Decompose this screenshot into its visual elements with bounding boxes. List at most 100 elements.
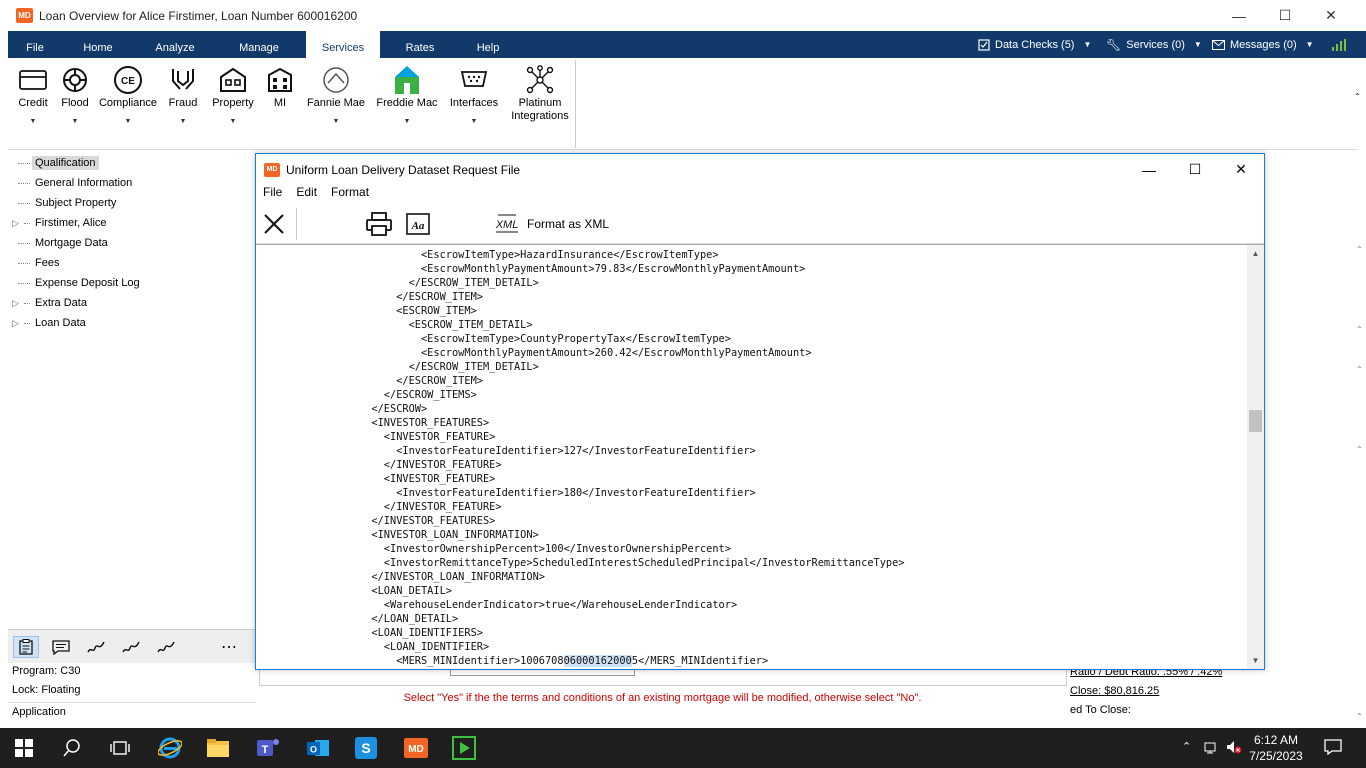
svg-text:O: O: [310, 745, 317, 755]
ribbon-tab-bar: File Home Analyze Manage Services Rates …: [8, 31, 1366, 58]
md-app-icon[interactable]: MD: [396, 732, 436, 764]
scroll-up-icon[interactable]: ▲: [1247, 245, 1264, 262]
interfaces-button[interactable]: Interfaces ▼: [446, 64, 502, 125]
minimize-button[interactable]: —: [1216, 0, 1262, 31]
tree-item-subject-property[interactable]: Subject Property: [18, 194, 119, 212]
lifebuoy-icon: [63, 68, 87, 92]
xml-line: <EscrowMonthlyPaymentAmount>79.83</Escro…: [297, 263, 806, 275]
dialog-close-button[interactable]: ✕: [1218, 154, 1264, 185]
taskbar-clock[interactable]: 6:12 AM 7/25/2023: [1244, 732, 1308, 764]
messages-menu[interactable]: Messages (0) ▼: [1212, 31, 1314, 58]
scroll-down-icon[interactable]: ▼: [1247, 652, 1264, 669]
vertical-scrollbar[interactable]: ▲ ▼: [1247, 245, 1264, 669]
ribbon-separator: [575, 60, 576, 148]
clipboard-view-button[interactable]: [13, 636, 39, 658]
chevron-down-icon: ▼: [1193, 40, 1202, 49]
teams-icon[interactable]: T: [248, 732, 288, 764]
media-player-icon[interactable]: [444, 732, 484, 764]
xml-lines: <EscrowItemType>HazardInsurance</EscrowI…: [256, 248, 1246, 668]
format-as-xml-label[interactable]: Format as XML: [527, 217, 609, 231]
tree-item-mortgage-data[interactable]: Mortgage Data: [18, 234, 111, 252]
xml-line: </INVESTOR_FEATURE>: [297, 501, 502, 513]
input-box[interactable]: [450, 670, 635, 676]
tab-analyze[interactable]: Analyze: [142, 31, 208, 58]
tree-item-fees[interactable]: Fees: [18, 254, 62, 272]
tab-help[interactable]: Help: [460, 31, 516, 58]
maximize-button[interactable]: ☐: [1262, 0, 1308, 31]
xml-line: <INVESTOR_FEATURES>: [297, 417, 490, 429]
data-checks-label: Data Checks (5): [995, 38, 1075, 51]
tab-manage[interactable]: Manage: [224, 31, 294, 58]
tab-file[interactable]: File: [8, 31, 62, 58]
fannie-mae-button[interactable]: Fannie Mae ▼: [304, 64, 368, 125]
xml-line: <EscrowItemType>CountyPropertyTax</Escro…: [297, 333, 731, 345]
hands-icon: [172, 69, 194, 90]
tree-item-general-information[interactable]: General Information: [18, 174, 135, 192]
xml-line: </ESCROW_ITEM>: [297, 291, 483, 303]
freddie-mac-button[interactable]: Freddie Mac ▼: [374, 64, 440, 125]
signature-view-button[interactable]: [83, 636, 109, 658]
mi-button[interactable]: MI: [266, 64, 294, 110]
tray-chevron-up-icon[interactable]: ⌃: [1182, 740, 1191, 753]
tab-home[interactable]: Home: [70, 31, 126, 58]
menu-edit[interactable]: Edit: [296, 185, 317, 203]
tree-item-expense-deposit-log[interactable]: Expense Deposit Log: [18, 274, 143, 292]
more-options-icon[interactable]: ⋯: [216, 636, 242, 658]
internet-explorer-icon[interactable]: [150, 732, 190, 764]
tab-services[interactable]: Services: [306, 31, 380, 58]
xml-line: <LOAN_IDENTIFIER>: [297, 641, 490, 653]
chevron-down-icon: ▼: [71, 118, 79, 125]
tab-rates[interactable]: Rates: [392, 31, 448, 58]
volume-muted-icon[interactable]: [1226, 740, 1242, 757]
platinum-integrations-label: Platinum Integrations: [511, 97, 568, 123]
svg-text:S: S: [361, 740, 370, 756]
data-checks-menu[interactable]: Data Checks (5) ▼: [978, 31, 1091, 58]
sharepoint-icon[interactable]: S: [346, 732, 386, 764]
expand-arrow-icon[interactable]: ▷: [12, 298, 24, 309]
menu-file[interactable]: File: [263, 185, 282, 203]
expand-arrow-icon[interactable]: ▷: [12, 218, 24, 229]
dialog-maximize-button[interactable]: ☐: [1172, 154, 1218, 185]
xml-format-icon[interactable]: XML: [492, 210, 522, 238]
search-icon[interactable]: [52, 732, 92, 764]
signature-view-button-3[interactable]: [153, 636, 179, 658]
outlook-icon[interactable]: O: [298, 732, 338, 764]
signature-view-button-2[interactable]: [118, 636, 144, 658]
font-button[interactable]: Aa: [404, 210, 432, 238]
close-view-button[interactable]: [260, 210, 288, 238]
tree-item-firstimer-alice[interactable]: ▷ Firstimer, Alice: [12, 214, 110, 232]
compliance-button[interactable]: CE Compliance ▼: [97, 64, 159, 125]
flood-button[interactable]: Flood ▼: [58, 64, 92, 125]
fraud-button[interactable]: Fraud ▼: [166, 64, 200, 125]
dialog-minimize-button[interactable]: —: [1126, 154, 1172, 185]
status-strip: Select "Yes" if the the terms and condit…: [255, 670, 1070, 725]
services-menu[interactable]: 🔧︎ Services (0) ▼: [1106, 31, 1202, 58]
credit-button[interactable]: Credit ▼: [15, 64, 51, 125]
tree-item-qualification[interactable]: Qualification: [18, 154, 99, 172]
menu-format[interactable]: Format: [331, 185, 369, 203]
toolbar-separator: [296, 208, 297, 240]
platinum-integrations-button[interactable]: Platinum Integrations: [508, 64, 572, 123]
expand-arrow-icon[interactable]: ▷: [12, 318, 24, 329]
xml-line: <InvestorFeatureIdentifier>180</Investor…: [297, 487, 756, 499]
tree-item-loan-data[interactable]: ▷ Loan Data: [12, 314, 89, 332]
file-explorer-icon[interactable]: [198, 732, 238, 764]
windows-start-icon[interactable]: [4, 732, 44, 764]
tree-item-extra-data[interactable]: ▷ Extra Data: [12, 294, 90, 312]
property-button[interactable]: Property ▼: [208, 64, 258, 125]
xml-text-view[interactable]: <EscrowItemType>HazardInsurance</EscrowI…: [256, 244, 1264, 669]
notifications-icon[interactable]: [1324, 739, 1342, 758]
flood-label: Flood: [61, 97, 89, 109]
comment-view-button[interactable]: [48, 636, 74, 658]
task-view-icon[interactable]: [100, 732, 140, 764]
print-button[interactable]: [365, 210, 393, 238]
scrollbar-thumb[interactable]: [1249, 409, 1262, 432]
xml-line: <INVESTOR_FEATURE>: [297, 473, 496, 485]
side-arrow-icon: ⌃: [1356, 365, 1363, 374]
freddie-mac-icon: [395, 66, 419, 94]
network-tray-icon[interactable]: [1204, 740, 1220, 757]
close-amount-link[interactable]: Close: $80,816.25: [1070, 685, 1159, 697]
close-button[interactable]: ✕: [1308, 0, 1354, 31]
collapse-arrow-icon[interactable]: ⌃: [1354, 92, 1362, 101]
platinum-label-line1: Platinum: [518, 97, 562, 109]
